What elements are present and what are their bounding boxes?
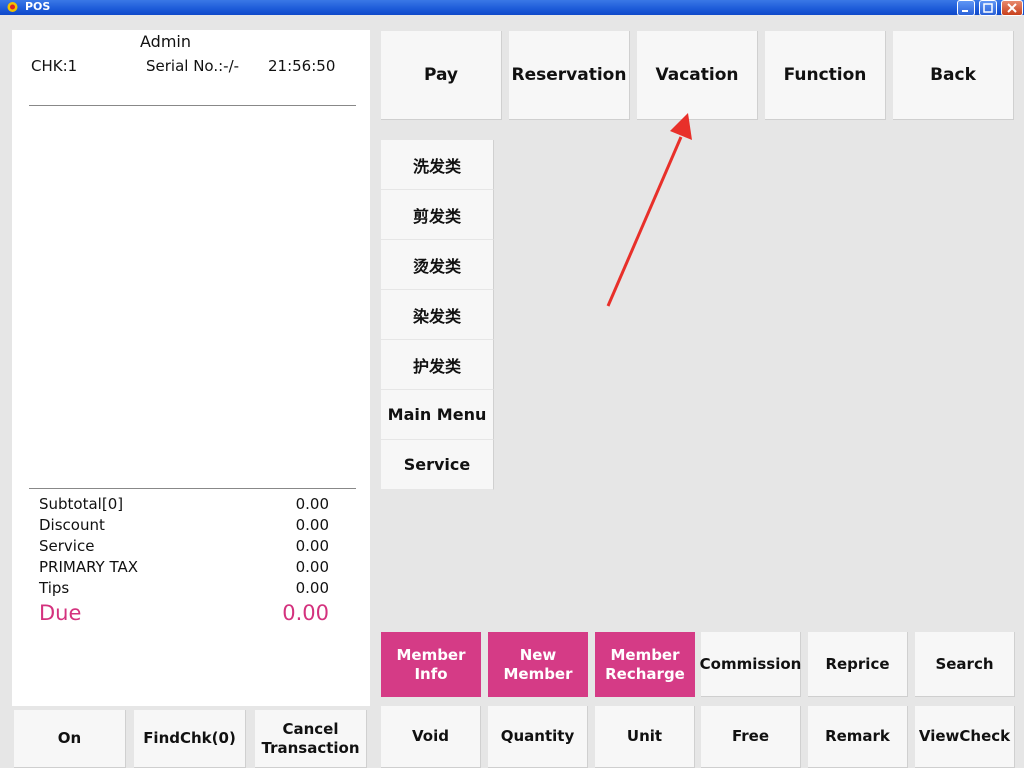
category-shampoo[interactable]: 洗发类: [381, 140, 494, 190]
member-info-button[interactable]: Member Info: [381, 632, 481, 697]
due-label: Due: [39, 601, 82, 625]
void-button[interactable]: Void: [381, 706, 481, 768]
serial-number: Serial No.:-/-: [146, 57, 240, 75]
maximize-button[interactable]: [979, 0, 997, 16]
on-button[interactable]: On: [14, 710, 126, 768]
title-bar: POS: [0, 0, 1024, 16]
header-divider: [29, 105, 356, 106]
back-button[interactable]: Back: [893, 31, 1014, 120]
vacation-button[interactable]: Vacation: [637, 31, 758, 120]
receipt-time: 21:56:50: [268, 57, 336, 75]
free-button[interactable]: Free: [701, 706, 801, 768]
category-perm[interactable]: 烫发类: [381, 240, 494, 290]
function-button[interactable]: Function: [765, 31, 886, 120]
find-check-button[interactable]: FindChk(0): [134, 710, 246, 768]
quantity-button[interactable]: Quantity: [488, 706, 588, 768]
subtotal-label: Subtotal[0]: [39, 495, 124, 513]
window-title: POS: [25, 0, 51, 13]
view-check-button[interactable]: ViewCheck: [915, 706, 1015, 768]
tax-label: PRIMARY TAX: [39, 558, 139, 576]
totals-divider: [29, 488, 356, 489]
discount-value: 0.00: [295, 516, 329, 534]
app-icon: [7, 2, 18, 12]
main-menu-button[interactable]: Main Menu: [381, 390, 494, 440]
minimize-icon: [962, 10, 968, 12]
service-button[interactable]: Service: [381, 440, 494, 490]
receipt-panel: Admin CHK:1 Serial No.:-/- 21:56:50 Subt…: [12, 30, 370, 706]
tax-value: 0.00: [295, 558, 329, 576]
maximize-icon: [983, 3, 993, 13]
close-icon: [1007, 3, 1017, 13]
remark-button[interactable]: Remark: [808, 706, 908, 768]
pay-button[interactable]: Pay: [381, 31, 502, 120]
category-haircut[interactable]: 剪发类: [381, 190, 494, 240]
reprice-button[interactable]: Reprice: [808, 632, 908, 697]
discount-label: Discount: [39, 516, 105, 534]
subtotal-value: 0.00: [295, 495, 329, 513]
arrow-shaft: [606, 136, 683, 307]
reservation-button[interactable]: Reservation: [509, 31, 630, 120]
due-value: 0.00: [282, 601, 329, 625]
service-value: 0.00: [295, 537, 329, 555]
service-label: Service: [39, 537, 95, 555]
new-member-button[interactable]: New Member: [488, 632, 588, 697]
check-number: CHK:1: [31, 57, 78, 75]
operator-name: Admin: [140, 32, 191, 51]
receipt-torn-edge: [12, 697, 370, 704]
commission-button[interactable]: Commission: [700, 632, 801, 697]
tips-value: 0.00: [295, 579, 329, 597]
category-haircare[interactable]: 护发类: [381, 340, 494, 390]
search-button[interactable]: Search: [915, 632, 1015, 697]
category-dye[interactable]: 染发类: [381, 290, 494, 340]
minimize-button[interactable]: [957, 0, 975, 16]
close-button[interactable]: [1001, 0, 1023, 16]
cancel-transaction-button[interactable]: Cancel Transaction: [255, 710, 367, 768]
unit-button[interactable]: Unit: [595, 706, 695, 768]
member-recharge-button[interactable]: Member Recharge: [595, 632, 695, 697]
tips-label: Tips: [39, 579, 70, 597]
